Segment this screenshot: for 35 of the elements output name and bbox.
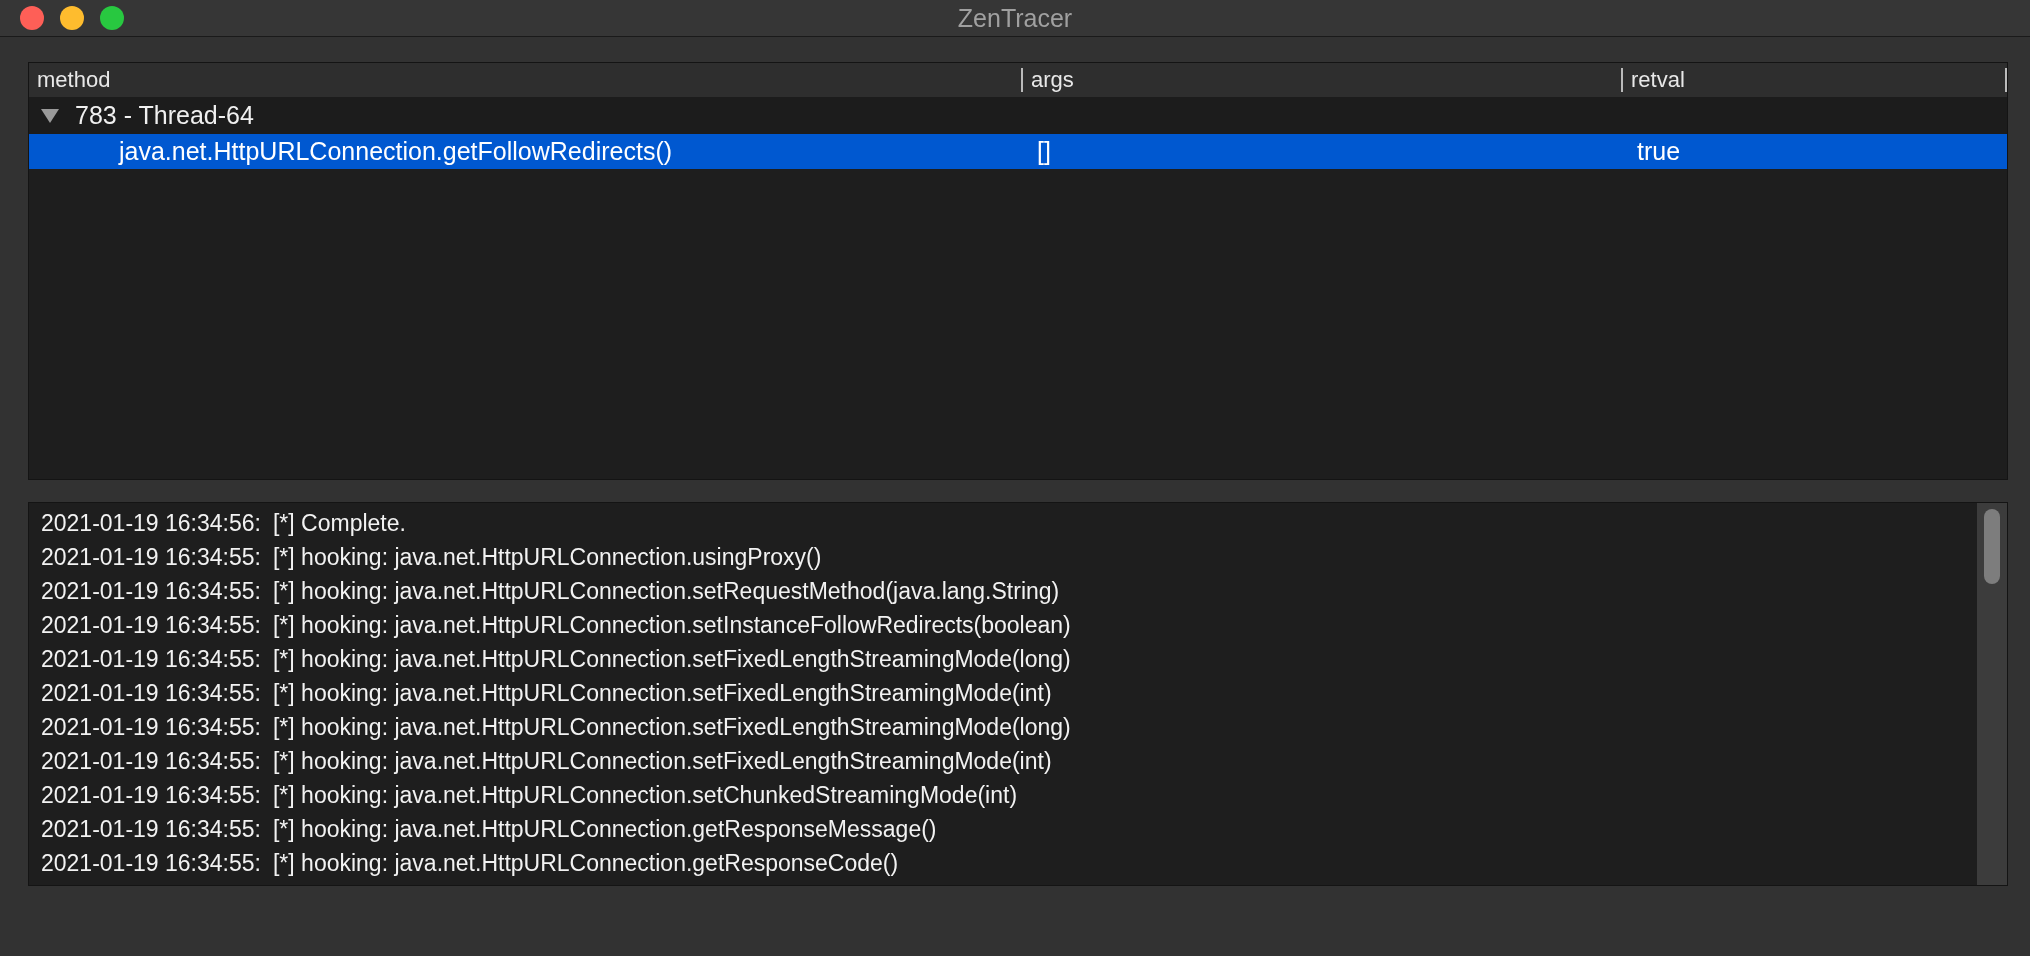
- method-row[interactable]: java.net.HttpURLConnection.getFollowRedirects() [] true: [29, 134, 2007, 169]
- minimize-button[interactable]: [60, 6, 84, 30]
- log-message: [*] hooking: java.net.HttpURLConnection.setChunkedStreamingMode(int): [272, 781, 1018, 809]
- log-timestamp: 2021-01-19 16:34:55:: [41, 577, 261, 605]
- window-title: ZenTracer: [957, 3, 1073, 32]
- log-timestamp: 2021-01-19 16:34:56:: [41, 509, 261, 537]
- thread-label: 783 - Thread-64: [75, 101, 254, 130]
- log-timestamp: 2021-01-19 16:34:55:: [41, 543, 261, 571]
- scrollbar[interactable]: [1977, 503, 2007, 885]
- log-timestamp: 2021-01-19 16:34:55:: [41, 713, 261, 741]
- log-message: [*] hooking: java.net.HttpURLConnection.setFixedLengthStreamingMode(long): [272, 645, 1071, 673]
- args-cell-text: []: [1036, 137, 1052, 166]
- log-message: [*] Complete.: [272, 509, 406, 537]
- log-message: [*] hooking: java.net.HttpURLConnection.usingProxy(): [272, 543, 822, 571]
- log-timestamp: 2021-01-19 16:34:55:: [41, 781, 261, 809]
- log-message: [*] hooking: java.net.HttpURLConnection.setFixedLengthStreamingMode(int): [272, 747, 1052, 775]
- log-message: [*] hooking: java.net.HttpURLConnection.setFixedLengthStreamingMode(long): [272, 713, 1071, 741]
- close-button[interactable]: [20, 6, 44, 30]
- log-message: [*] hooking: java.net.HttpURLConnection.setFixedLengthStreamingMode(int): [272, 679, 1052, 707]
- log-message: [*] hooking: java.net.HttpURLConnection.getResponseMessage(): [272, 815, 937, 843]
- log-timestamp: 2021-01-19 16:34:55:: [41, 679, 261, 707]
- log-message: [*] hooking: java.net.HttpURLConnection.setInstanceFollowRedirects(boolean): [272, 611, 1071, 639]
- retval-cell-text: true: [1636, 137, 1682, 166]
- scrollbar-thumb[interactable]: [1984, 509, 2000, 584]
- log-message: [*] hooking: java.net.HttpURLConnection.getResponseCode(): [272, 849, 899, 877]
- log-timestamp: 2021-01-19 16:34:55:: [41, 849, 261, 877]
- log-timestamp: 2021-01-19 16:34:55:: [41, 747, 261, 775]
- column-header[interactable]: args: [1021, 68, 1629, 92]
- log-timestamp: 2021-01-19 16:34:55:: [41, 611, 261, 639]
- log-timestamp: 2021-01-19 16:34:55:: [41, 815, 261, 843]
- log-timestamp: 2021-01-19 16:34:55:: [41, 645, 261, 673]
- zoom-button[interactable]: [100, 6, 124, 30]
- column-header[interactable]: retval: [1621, 68, 2007, 92]
- method-cell-text: java.net.HttpURLConnection.getFollowRedirects(): [117, 137, 674, 166]
- log-message: [*] hooking: java.net.HttpURLConnection.setRequestMethod(java.lang.String): [272, 577, 1060, 605]
